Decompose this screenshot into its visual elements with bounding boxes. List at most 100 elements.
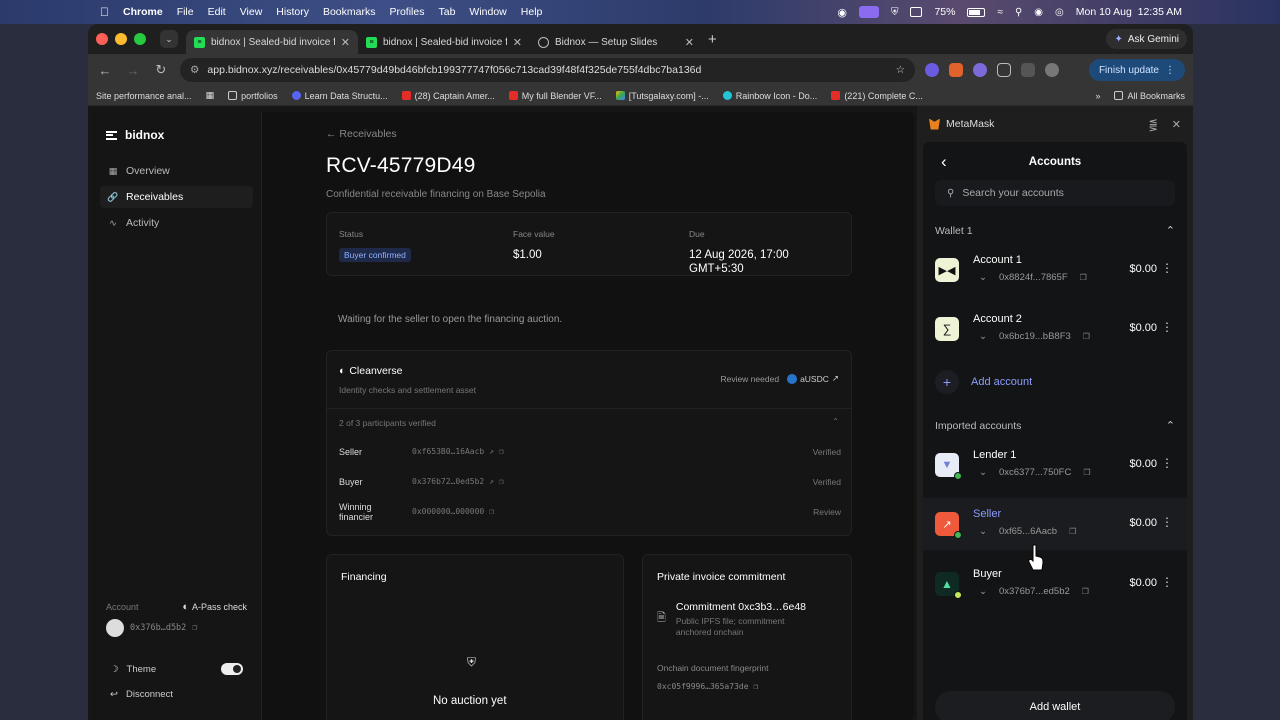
finish-update-button[interactable]: Finish update ⋮ bbox=[1088, 59, 1185, 81]
tab-search-chevron-icon[interactable]: ⌄ bbox=[160, 30, 178, 48]
bookmark-item[interactable]: Learn Data Structu... bbox=[291, 91, 388, 101]
chevron-up-icon[interactable]: ⌃ bbox=[1166, 419, 1175, 432]
wallet-group-header[interactable]: Wallet 1 ⌃ bbox=[935, 225, 1175, 237]
menu-window[interactable]: Window bbox=[469, 6, 506, 18]
menu-view[interactable]: View bbox=[240, 6, 263, 18]
add-wallet-button[interactable]: Add wallet bbox=[935, 691, 1175, 720]
back-arrow-icon[interactable]: ← bbox=[96, 63, 114, 78]
close-tab-icon[interactable]: ✕ bbox=[685, 36, 694, 49]
unpin-icon[interactable]: ⪋ bbox=[1149, 118, 1158, 131]
theme-toggle[interactable] bbox=[221, 663, 243, 675]
account-options-icon[interactable]: ⋮ bbox=[1161, 320, 1173, 334]
close-tab-icon[interactable]: ✕ bbox=[513, 36, 522, 49]
menubar-app-name[interactable]: Chrome bbox=[123, 6, 163, 18]
address-bar[interactable]: ⚙ app.bidnox.xyz/receivables/0x45779d49b… bbox=[180, 58, 915, 82]
chevron-down-icon[interactable]: ⌄ bbox=[979, 272, 987, 283]
account-row[interactable]: ↗ Seller ⌄ 0xf65...6Aacb ❐ $0.00 ⋮ bbox=[923, 498, 1187, 550]
all-bookmarks-button[interactable]: All Bookmarks bbox=[1114, 91, 1185, 101]
chevron-down-icon[interactable]: ⌄ bbox=[979, 586, 987, 597]
chevron-down-icon[interactable]: ⌄ bbox=[979, 467, 987, 478]
brand[interactable]: bidnox bbox=[92, 112, 261, 158]
account-options-icon[interactable]: ⋮ bbox=[1161, 261, 1173, 275]
siri-icon[interactable]: ◎ bbox=[1055, 7, 1064, 18]
account-options-icon[interactable]: ⋮ bbox=[1161, 575, 1173, 589]
reload-icon[interactable]: ↻ bbox=[152, 62, 170, 78]
sidebar-item-receivables[interactable]: 🔗 Receivables bbox=[100, 186, 253, 208]
maximize-window-button[interactable] bbox=[134, 33, 146, 45]
bookmark-item[interactable]: portfolios bbox=[228, 91, 278, 101]
bookmark-item[interactable]: Site performance anal... bbox=[96, 91, 192, 101]
minimize-window-button[interactable] bbox=[115, 33, 127, 45]
chevron-down-icon[interactable]: ⌄ bbox=[979, 526, 987, 537]
battery-icon[interactable] bbox=[967, 7, 986, 17]
new-tab-icon[interactable]: + bbox=[708, 31, 717, 48]
bookmark-item[interactable]: [Tutsgalaxy.com] -... bbox=[615, 91, 709, 101]
menu-bookmarks[interactable]: Bookmarks bbox=[323, 6, 376, 18]
tab-bidnox-2[interactable]: ≡ bidnox | Sealed-bid invoice fi ✕ bbox=[358, 30, 530, 54]
apass-check-button[interactable]: ◐ A-Pass check bbox=[182, 601, 247, 613]
display-icon[interactable] bbox=[910, 7, 923, 17]
account-row[interactable]: ▶◀ Account 1 ⌄ 0x8824f...7865F ❐ $0.00 ⋮ bbox=[923, 244, 1187, 296]
copy-icon[interactable]: ❐ bbox=[1083, 468, 1090, 477]
puzzle-extensions-icon[interactable] bbox=[997, 63, 1011, 77]
forward-arrow-icon[interactable]: → bbox=[124, 63, 142, 78]
close-window-button[interactable] bbox=[96, 33, 108, 45]
bookmark-item[interactable]: My full Blender VF... bbox=[508, 91, 602, 101]
copy-icon[interactable]: ❐ bbox=[753, 682, 758, 691]
menu-history[interactable]: History bbox=[276, 6, 309, 18]
back-to-receivables-link[interactable]: ← Receivables bbox=[326, 128, 397, 140]
apple-icon[interactable]:  bbox=[100, 5, 109, 19]
account-row[interactable]: ▼ Lender 1 ⌄ 0xc6377...750FC ❐ $0.00 ⋮ bbox=[923, 439, 1187, 491]
menu-file[interactable]: File bbox=[177, 6, 194, 18]
search-input[interactable] bbox=[962, 187, 1163, 199]
close-panel-icon[interactable]: ✕ bbox=[1172, 118, 1181, 131]
extension-icon[interactable] bbox=[925, 63, 939, 77]
account-options-icon[interactable]: ⋮ bbox=[1161, 456, 1173, 470]
sidebar-item-overview[interactable]: ▦ Overview bbox=[100, 160, 253, 182]
side-panel-icon[interactable] bbox=[1021, 63, 1035, 77]
screen-record-icon[interactable]: ◉ bbox=[837, 6, 847, 19]
account-options-icon[interactable]: ⋮ bbox=[1161, 515, 1173, 529]
shield-status-icon[interactable]: ⛨ bbox=[891, 7, 899, 18]
external-link-icon[interactable]: ↗ bbox=[489, 477, 494, 486]
menu-help[interactable]: Help bbox=[521, 6, 543, 18]
copy-icon[interactable]: ❐ bbox=[1082, 587, 1089, 596]
chevron-up-icon[interactable]: ⌃ bbox=[1166, 224, 1175, 237]
asset-link[interactable]: aUSDC ↗ bbox=[787, 373, 839, 384]
close-tab-icon[interactable]: ✕ bbox=[341, 36, 350, 49]
copy-icon[interactable]: ❐ bbox=[499, 447, 504, 456]
extension-icon[interactable] bbox=[973, 63, 987, 77]
menu-tab[interactable]: Tab bbox=[438, 6, 455, 18]
bookmark-item[interactable]: (28) Captain Amer... bbox=[401, 91, 495, 101]
status-pill-icon[interactable] bbox=[858, 6, 879, 18]
copy-icon[interactable]: ❐ bbox=[1069, 527, 1076, 536]
copy-icon[interactable]: ❐ bbox=[192, 623, 197, 633]
bookmark-item[interactable]: (221) Complete C... bbox=[831, 91, 923, 101]
account-row[interactable]: ▲ Buyer ⌄ 0x376b7...ed5b2 ❐ $0.00 ⋮ bbox=[923, 558, 1187, 610]
tab-bidnox-1[interactable]: ≡ bidnox | Sealed-bid invoice fi ✕ bbox=[186, 30, 358, 54]
control-center-icon[interactable]: ◉ bbox=[1034, 7, 1043, 18]
bookmarks-overflow-icon[interactable]: » bbox=[1095, 91, 1100, 101]
disconnect-button[interactable]: ↩ Disconnect bbox=[110, 689, 243, 700]
account-row[interactable]: ∑ Account 2 ⌄ 0x6bc19...bB8F3 ❐ $0.00 ⋮ bbox=[923, 303, 1187, 355]
bookmark-item[interactable]: Rainbow Icon - Do... bbox=[722, 91, 817, 101]
external-link-icon[interactable]: ↗ bbox=[489, 447, 494, 456]
profile-avatar-icon[interactable] bbox=[1045, 63, 1059, 77]
imported-group-header[interactable]: Imported accounts ⌃ bbox=[935, 420, 1175, 432]
copy-icon[interactable]: ❐ bbox=[489, 507, 494, 516]
chevron-down-icon[interactable]: ⌄ bbox=[979, 331, 987, 342]
copy-icon[interactable]: ❐ bbox=[1083, 332, 1090, 341]
sidebar-item-activity[interactable]: ∿ Activity bbox=[100, 212, 253, 234]
menu-profiles[interactable]: Profiles bbox=[389, 6, 424, 18]
site-info-icon[interactable]: ⚙ bbox=[190, 64, 199, 76]
chevron-up-icon[interactable]: ⌃ bbox=[832, 417, 839, 426]
search-icon[interactable]: ⚲ bbox=[1015, 7, 1022, 18]
menubar-clock[interactable]: Mon 10 Aug 12:35 AM bbox=[1076, 6, 1182, 18]
metamask-extension-icon[interactable] bbox=[949, 63, 963, 77]
add-account-button[interactable]: + Add account bbox=[935, 370, 1175, 394]
copy-icon[interactable]: ❐ bbox=[499, 477, 504, 486]
address-url[interactable]: app.bidnox.xyz/receivables/0x45779d49bd4… bbox=[207, 64, 887, 76]
tab-setup-slides[interactable]: Bidnox — Setup Slides ✕ bbox=[530, 30, 702, 54]
apps-grid-icon[interactable]: ▦ bbox=[206, 90, 215, 101]
bookmark-star-icon[interactable]: ☆ bbox=[896, 64, 905, 76]
